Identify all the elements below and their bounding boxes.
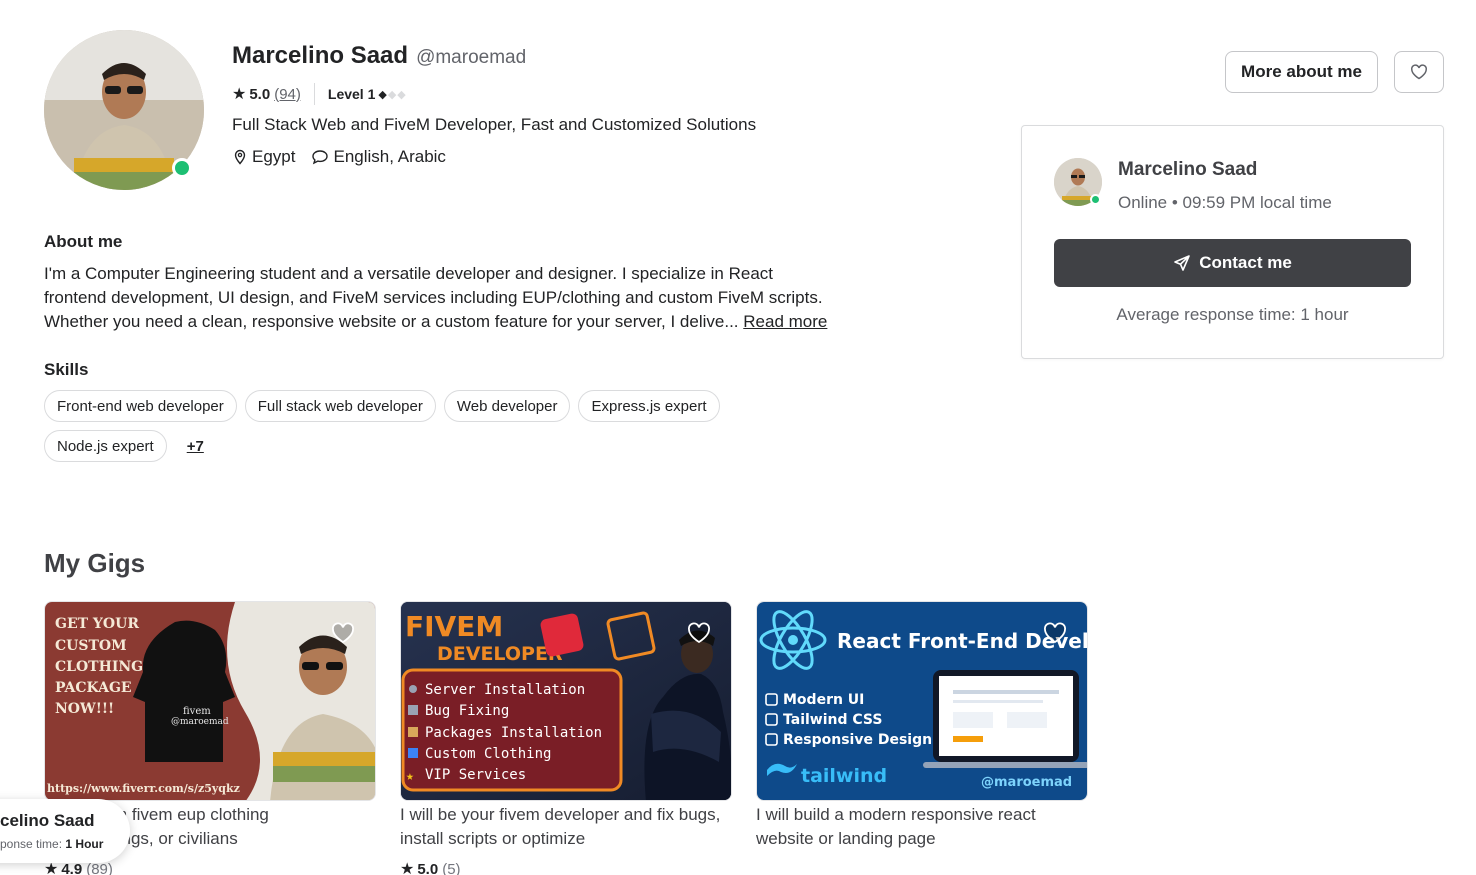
gig-image-text: PACKAGE: [55, 680, 132, 696]
languages: English, Arabic: [311, 147, 446, 167]
read-more-link[interactable]: Read more: [743, 312, 827, 331]
profile-name-row: Marcelino Saad @maroemad: [232, 42, 526, 70]
skill-chip[interactable]: Express.js expert: [578, 390, 720, 422]
skill-chip[interactable]: Node.js expert: [44, 430, 167, 462]
gig-image-text: @maroemad: [981, 775, 1072, 790]
gig-image-text: Responsive Design: [783, 732, 932, 748]
profile-name: Marcelino Saad: [232, 42, 409, 69]
profile-tagline: Full Stack Web and FiveM Developer, Fast…: [232, 115, 757, 134]
gig-image-text: Packages Installation: [425, 725, 602, 741]
gig-title-line: install scripts or optimize: [400, 829, 586, 848]
about-line: frontend development, UI design, and Fiv…: [44, 288, 823, 307]
mini-card-response: ponse time: 1 Hour: [0, 837, 130, 851]
gig-title[interactable]: I will be your fivem developer and fix b…: [400, 803, 732, 851]
skill-chip[interactable]: Full stack web developer: [244, 390, 436, 422]
location: Egypt: [232, 147, 295, 167]
average-response-time: Average response time: 1 hour: [1116, 305, 1349, 324]
gig-save-button[interactable]: [331, 622, 355, 644]
skill-chip[interactable]: Front-end web developer: [44, 390, 237, 422]
online-status-dot: [172, 158, 192, 178]
about-line-text: Whether you need a clean, responsive web…: [44, 312, 739, 331]
heart-icon: [332, 622, 354, 644]
contact-card: Marcelino Saad Online • 09:59 PM local t…: [1021, 125, 1444, 359]
gigs-title: My Gigs: [44, 548, 146, 578]
skill-chip[interactable]: Web developer: [443, 390, 571, 422]
gig-image-text: https://www.fiverr.com/s/z5yqkz: [47, 782, 240, 795]
gig-image-text: Bug Fixing: [425, 703, 509, 719]
svg-text:★: ★: [406, 769, 414, 784]
rating-value: 5.0: [249, 85, 271, 103]
review-count-link[interactable]: (94): [274, 86, 301, 103]
rating-row: ★ 5.0 (94) Level 1 ◆◆◆: [232, 83, 407, 105]
about-text: I'm a Computer Engineering student and a…: [44, 262, 864, 334]
star-icon: ★: [400, 861, 415, 875]
sticky-contact-card[interactable]: celino Saad ponse time: 1 Hour: [0, 799, 130, 863]
gig-image-text: tailwind: [801, 765, 887, 787]
about-line: I'm a Computer Engineering student and a…: [44, 264, 774, 283]
gig-image-text: DEVELOPER: [437, 643, 563, 665]
skills-title: Skills: [44, 360, 89, 379]
gig-title-line: website or landing page: [756, 829, 936, 848]
contact-me-button[interactable]: Contact me: [1054, 239, 1411, 287]
contact-name: Marcelino Saad: [1118, 159, 1258, 180]
profile-meta: Egypt English, Arabic: [232, 147, 446, 167]
contact-me-label: Contact me: [1199, 253, 1292, 272]
gig-save-button[interactable]: [687, 622, 711, 644]
gig-image-text: Tailwind CSS: [783, 712, 882, 728]
gig-card[interactable]: React Front-End Develope Modern UI Tailw…: [756, 601, 1088, 851]
gig-thumbnail[interactable]: GET YOUR CUSTOM CLOTHING PACKAGE NOW!!! …: [44, 601, 376, 801]
gig-title-line: I will be your fivem developer and fix b…: [400, 805, 721, 824]
gig-review-count: (5): [442, 860, 461, 875]
skills-list: Front-end web developer Full stack web d…: [44, 390, 764, 462]
mini-card-response-label: ponse time:: [0, 837, 63, 851]
languages-text: English, Arabic: [333, 147, 446, 166]
seller-level: Level 1: [327, 86, 376, 102]
gig-image-text: Custom Clothing: [425, 746, 551, 762]
send-icon: [1174, 255, 1191, 271]
gig-image-text: Modern UI: [783, 692, 864, 708]
gig-title-line: I will build a modern responsive react: [756, 805, 1036, 824]
profile-handle: @maroemad: [416, 47, 527, 68]
mini-card-name: celino Saad: [0, 811, 95, 830]
gig-image-text: NOW!!!: [55, 701, 114, 717]
location-pin-icon: [234, 149, 246, 165]
gig-image-text: GET YOUR: [55, 616, 139, 632]
contact-status: Online • 09:59 PM local time: [1118, 193, 1332, 212]
gig-rating-value: 5.0: [417, 860, 439, 875]
more-skills-link[interactable]: +7: [187, 430, 204, 462]
more-about-me-button[interactable]: More about me: [1225, 51, 1378, 93]
contact-online-dot: [1090, 194, 1101, 205]
gig-image-text: CLOTHING: [55, 659, 143, 675]
star-icon: ★: [232, 86, 247, 103]
gig-save-button[interactable]: [1043, 622, 1067, 644]
gig-image-text: VIP Services: [425, 767, 526, 783]
gig-rating: ★ 5.0 (5): [400, 859, 732, 875]
mini-card-response-value: 1 Hour: [65, 837, 104, 851]
gig-image-text: CUSTOM: [55, 638, 127, 654]
heart-icon: [1411, 64, 1427, 80]
gig-card[interactable]: FIVEM DEVELOPER Server Installation Bug …: [400, 601, 732, 875]
gig-thumbnail[interactable]: React Front-End Develope Modern UI Tailw…: [756, 601, 1088, 801]
profile-avatar[interactable]: [44, 30, 204, 190]
divider: [313, 83, 315, 105]
gig-thumbnail[interactable]: FIVEM DEVELOPER Server Installation Bug …: [400, 601, 732, 801]
heart-icon: [688, 622, 710, 644]
heart-icon: [1044, 622, 1066, 644]
level-diamond-icons: ◆◆◆: [378, 88, 407, 101]
gig-image-text: @maroemad: [171, 717, 229, 727]
gig-image-text: Server Installation: [425, 682, 585, 698]
about-line: Whether you need a clean, responsive web…: [44, 310, 864, 334]
gig-image-text: fivem: [183, 706, 211, 717]
save-favorite-button[interactable]: [1394, 51, 1444, 93]
gig-image-text: FIVEM: [405, 610, 503, 643]
gig-title[interactable]: I will build a modern responsive react w…: [756, 803, 1088, 851]
location-text: Egypt: [252, 147, 296, 166]
chat-bubble-icon: [312, 150, 329, 165]
about-title: About me: [44, 232, 123, 251]
